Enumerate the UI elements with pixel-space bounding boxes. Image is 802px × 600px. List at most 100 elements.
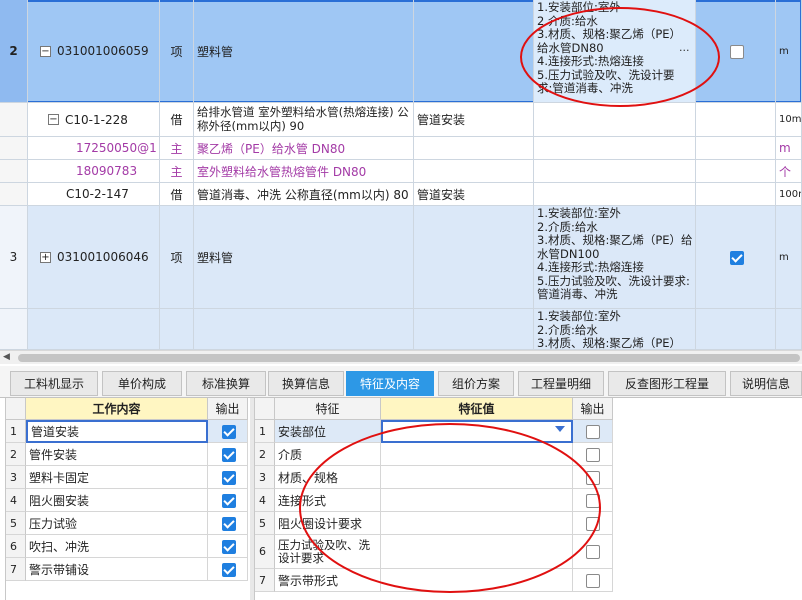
unit-cell: m bbox=[776, 206, 802, 309]
type-cell: 主 bbox=[160, 137, 194, 160]
header-output: 输出 bbox=[208, 398, 248, 420]
tab-features-content[interactable]: 特征及内容 bbox=[346, 371, 434, 396]
output-checkbox[interactable] bbox=[222, 539, 236, 554]
row-number: 6 bbox=[6, 535, 26, 558]
name-cell[interactable]: 塑料管 bbox=[194, 206, 414, 309]
annotation-ellipse bbox=[299, 423, 601, 593]
code-cell[interactable]: C10-2-147 bbox=[28, 183, 160, 206]
features-cell[interactable]: 1.安装部位:室外 2.介质:给水 3.材质、规格:聚乙烯（PE） bbox=[534, 309, 696, 350]
row-number: 1 bbox=[6, 420, 26, 443]
output-cell[interactable] bbox=[696, 137, 776, 160]
horizontal-scrollbar[interactable]: ◀ bbox=[0, 350, 802, 364]
header-corner bbox=[6, 398, 26, 420]
tab-conversion-info[interactable]: 换算信息 bbox=[268, 371, 344, 396]
type-cell: 借 bbox=[160, 103, 194, 137]
output-checkbox[interactable] bbox=[222, 424, 236, 439]
work-item-label[interactable]: 压力试验 bbox=[26, 512, 208, 535]
type-cell: 项 bbox=[160, 0, 194, 103]
code-cell[interactable] bbox=[28, 309, 160, 350]
code-cell[interactable]: + 031001006046 bbox=[28, 206, 160, 309]
name-cell[interactable]: 塑料管 bbox=[194, 0, 414, 103]
work-item-label[interactable]: 塑料卡固定 bbox=[26, 466, 208, 489]
work-item-label[interactable]: 阻火圈安装 bbox=[26, 489, 208, 512]
work-item-label[interactable]: 管件安装 bbox=[26, 443, 208, 466]
code-cell[interactable]: − C10-1-228 bbox=[28, 103, 160, 137]
header-feature-value: 特征值 bbox=[381, 398, 573, 420]
tab-unit-price[interactable]: 单价构成 bbox=[102, 371, 182, 396]
row-number: 2 bbox=[0, 0, 28, 103]
name-cell[interactable]: 聚乙烯（PE）给水管 DN80 bbox=[194, 137, 414, 160]
unit-cell bbox=[776, 309, 802, 350]
spec-cell[interactable] bbox=[414, 309, 534, 350]
header-work-content: 工作内容 bbox=[26, 398, 208, 420]
spec-cell[interactable] bbox=[414, 160, 534, 183]
work-item-label[interactable]: 管道安装 bbox=[26, 420, 208, 443]
work-content-panel: 工作内容 输出 1 管道安装 2 管件安装 3 塑料卡固定 4 阻火圈安装 5 压力试验 6 吹扫、冲… bbox=[5, 398, 250, 600]
tab-description[interactable]: 说明信息 bbox=[730, 371, 802, 396]
spec-cell[interactable] bbox=[414, 137, 534, 160]
annotation-ellipse bbox=[520, 7, 720, 107]
name-cell[interactable] bbox=[194, 309, 414, 350]
row-number: 4 bbox=[255, 489, 275, 512]
row-number: 7 bbox=[6, 558, 26, 581]
collapse-icon[interactable]: − bbox=[40, 45, 51, 57]
row-number bbox=[0, 160, 28, 183]
scrollbar-thumb[interactable] bbox=[18, 354, 800, 362]
row-number: 3 bbox=[0, 206, 28, 309]
row-number: 5 bbox=[6, 512, 26, 535]
row-number bbox=[0, 183, 28, 206]
output-cell[interactable] bbox=[696, 160, 776, 183]
output-checkbox[interactable] bbox=[730, 251, 744, 265]
name-cell[interactable]: 给排水管道 室外塑料给水管(热熔连接) 公称外径(mm以内) 90 bbox=[194, 103, 414, 137]
type-cell: 借 bbox=[160, 183, 194, 206]
tab-reverse-graphic[interactable]: 反查图形工程量 bbox=[608, 371, 726, 396]
unit-cell: 个 bbox=[776, 160, 802, 183]
code-cell[interactable]: 18090783 bbox=[28, 160, 160, 183]
unit-cell: m bbox=[776, 137, 802, 160]
output-checkbox[interactable] bbox=[222, 516, 236, 531]
features-cell[interactable] bbox=[534, 183, 696, 206]
type-cell bbox=[160, 309, 194, 350]
tab-standard-conversion[interactable]: 标准换算 bbox=[186, 371, 266, 396]
header-corner bbox=[255, 398, 275, 420]
name-cell[interactable]: 室外塑料给水管热熔管件 DN80 bbox=[194, 160, 414, 183]
name-cell[interactable]: 管道消毒、冲洗 公称直径(mm以内) 80 bbox=[194, 183, 414, 206]
spec-cell[interactable]: 管道安装 bbox=[414, 183, 534, 206]
output-checkbox[interactable] bbox=[222, 447, 236, 462]
features-cell[interactable]: 1.安装部位:室外 2.介质:给水 3.材质、规格:聚乙烯（PE）给水管DN10… bbox=[534, 206, 696, 309]
header-output: 输出 bbox=[573, 398, 613, 420]
tab-quantity-detail[interactable]: 工程量明细 bbox=[518, 371, 604, 396]
output-cell[interactable] bbox=[696, 309, 776, 350]
unit-cell: 10m bbox=[776, 103, 802, 137]
row-number: 2 bbox=[255, 443, 275, 466]
output-checkbox[interactable] bbox=[222, 470, 236, 485]
unit-cell: 100m bbox=[776, 183, 802, 206]
work-item-label[interactable]: 警示带铺设 bbox=[26, 558, 208, 581]
row-number: 1 bbox=[255, 420, 275, 443]
top-grid: 2 − 031001006059 项 塑料管 1.安装部位:室外 2.介质:给水… bbox=[0, 0, 802, 350]
spec-cell[interactable] bbox=[414, 206, 534, 309]
tab-labor-material[interactable]: 工料机显示 bbox=[10, 371, 98, 396]
row-number: 4 bbox=[6, 489, 26, 512]
output-checkbox[interactable] bbox=[222, 493, 236, 508]
feature-panel: 特征 特征值 输出 1 安装部位 2 介质 3 材质、规格 4 连接形式 5 阻火圈设计要求 6 压力… bbox=[254, 398, 614, 600]
scroll-left-icon[interactable]: ◀ bbox=[3, 352, 10, 362]
output-checkbox[interactable] bbox=[730, 45, 744, 59]
divider bbox=[250, 398, 254, 600]
features-cell[interactable] bbox=[534, 160, 696, 183]
tab-pricing-plan[interactable]: 组价方案 bbox=[438, 371, 514, 396]
code-cell[interactable]: − 031001006059 bbox=[28, 0, 160, 103]
row-number: 3 bbox=[255, 466, 275, 489]
expand-icon[interactable]: + bbox=[40, 251, 51, 263]
features-cell[interactable] bbox=[534, 137, 696, 160]
output-checkbox[interactable] bbox=[222, 562, 236, 577]
code-cell[interactable]: 17250050@1 bbox=[28, 137, 160, 160]
row-number: 5 bbox=[255, 512, 275, 535]
work-item-label[interactable]: 吹扫、冲洗 bbox=[26, 535, 208, 558]
row-number bbox=[0, 103, 28, 137]
row-number: 3 bbox=[6, 466, 26, 489]
row-number: 2 bbox=[6, 443, 26, 466]
row-number bbox=[0, 137, 28, 160]
output-cell[interactable] bbox=[696, 183, 776, 206]
collapse-icon[interactable]: − bbox=[48, 114, 59, 125]
